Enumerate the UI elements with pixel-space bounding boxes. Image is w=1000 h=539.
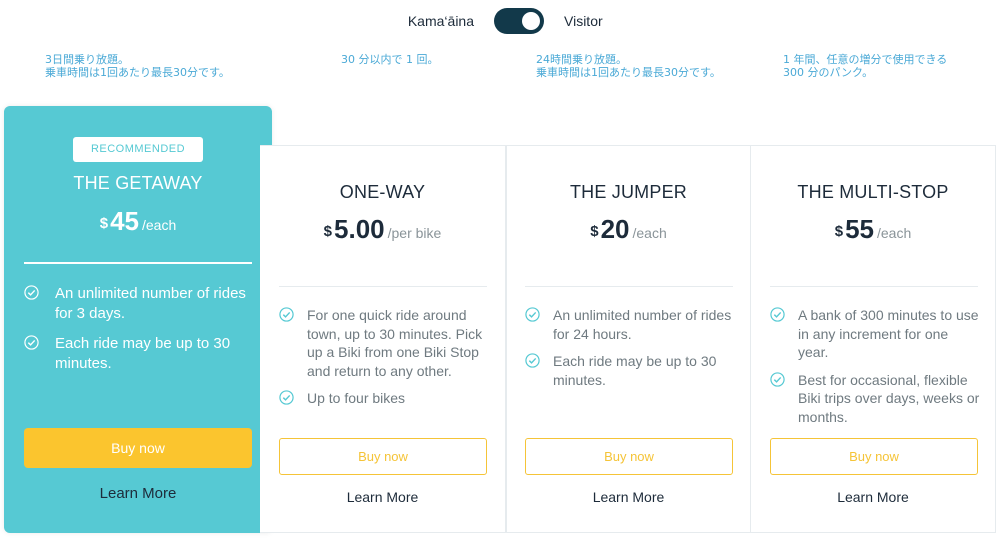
card-divider <box>24 262 252 264</box>
note-line: 3日間乗り放題。 <box>45 53 129 66</box>
plan-note-jumper: 24時間乗り放題。 乗車時間は1回あたり最長30分です。 <box>536 53 721 79</box>
price-unit: /per bike <box>387 225 442 241</box>
feature-text: For one quick ride around town, up to 30… <box>307 307 483 379</box>
feature-text: A bank of 300 minutes to use in any incr… <box>798 307 979 360</box>
residency-switch[interactable] <box>494 8 544 34</box>
plan-price: $5.00/per bike <box>260 214 505 245</box>
note-line: 24時間乗り放題。 <box>536 53 627 66</box>
price-unit: /each <box>142 217 177 233</box>
plan-price: $45/each <box>4 206 272 237</box>
note-line: 30 分以内で 1 回。 <box>341 53 439 66</box>
note-line: 300 分のパンク。 <box>783 66 874 79</box>
currency-symbol: $ <box>323 223 333 240</box>
feature-list: A bank of 300 minutes to use in any incr… <box>770 306 980 435</box>
note-line: 1 年間、任意の増分で使用できる <box>783 53 948 66</box>
check-circle-icon <box>770 371 785 387</box>
feature-list: An unlimited number of rides for 24 hour… <box>525 306 735 398</box>
plan-card-one-way: ONE-WAY $5.00/per bike For one quick rid… <box>260 145 506 533</box>
check-circle-icon <box>279 307 294 322</box>
check-circle-icon <box>525 353 540 368</box>
plan-title: THE JUMPER <box>569 182 687 202</box>
kamaaina-label[interactable]: Kama‘āina <box>408 13 474 29</box>
buy-now-button[interactable]: Buy now <box>770 438 978 475</box>
price-amount: 55 <box>845 214 874 244</box>
plan-card-getaway: RECOMMENDED THE GETAWAY $45/each An unli… <box>4 106 272 533</box>
price-unit: /each <box>632 225 667 241</box>
price-amount: 20 <box>600 214 630 244</box>
price-amount: 45 <box>110 206 139 236</box>
feature-item: An unlimited number of rides for 3 days. <box>24 284 254 324</box>
card-divider <box>770 286 978 287</box>
feature-list: An unlimited number of rides for 3 days.… <box>24 284 254 384</box>
check-circle-icon <box>24 285 39 300</box>
learn-more-link[interactable]: Learn More <box>751 489 995 505</box>
check-circle-icon <box>770 307 785 322</box>
plan-note-getaway: 3日間乗り放題。 乗車時間は1回あたり最長30分です。 <box>45 53 230 79</box>
check-circle-icon <box>279 390 294 405</box>
buy-now-button[interactable]: Buy now <box>24 428 252 468</box>
residency-toggle-row: Kama‘āina Visitor <box>0 8 1000 34</box>
currency-symbol: $ <box>99 215 109 232</box>
check-circle-icon <box>24 335 39 350</box>
plan-card-jumper: THE JUMPER $20/each An unlimited number … <box>506 145 751 533</box>
plan-note-one-way: 30 分以内で 1 回。 <box>341 53 439 66</box>
visitor-label[interactable]: Visitor <box>564 13 603 29</box>
card-divider <box>279 286 487 287</box>
feature-item: Best for occasional, flexible Biki trips… <box>770 371 980 427</box>
currency-symbol: $ <box>834 223 844 240</box>
plan-title: THE GETAWAY <box>73 173 203 193</box>
feature-item: For one quick ride around town, up to 30… <box>279 306 494 380</box>
plan-note-multi-stop: 1 年間、任意の増分で使用できる 300 分のパンク。 <box>783 53 947 79</box>
plan-title: THE MULTI-STOP <box>797 182 949 202</box>
feature-text: Best for occasional, flexible Biki trips… <box>798 371 980 425</box>
feature-item: Each ride may be up to 30 minutes. <box>24 334 254 374</box>
learn-more-link[interactable]: Learn More <box>507 489 750 505</box>
learn-more-link[interactable]: Learn More <box>4 485 272 502</box>
buy-now-button[interactable]: Buy now <box>279 438 487 475</box>
price-unit: /each <box>877 225 912 241</box>
plan-price: $20/each <box>507 214 750 245</box>
note-line: 乗車時間は1回あたり最長30分です。 <box>45 66 230 79</box>
recommended-badge: RECOMMENDED <box>73 137 203 162</box>
feature-text: Up to four bikes <box>307 390 406 406</box>
feature-list: For one quick ride around town, up to 30… <box>279 306 494 417</box>
feature-item: An unlimited number of rides for 24 hour… <box>525 306 735 343</box>
card-divider <box>525 286 733 287</box>
plan-price: $55/each <box>751 214 995 245</box>
check-circle-icon <box>525 307 540 322</box>
currency-symbol: $ <box>590 223 599 240</box>
feature-item: Each ride may be up to 30 minutes. <box>525 352 735 389</box>
buy-now-button[interactable]: Buy now <box>525 438 733 475</box>
feature-text: An unlimited number of rides for 3 days. <box>55 285 246 322</box>
feature-text: Each ride may be up to 30 minutes. <box>55 335 231 372</box>
price-amount: 5.00 <box>334 214 385 244</box>
feature-item: Up to four bikes <box>279 389 494 408</box>
feature-text: Each ride may be up to 30 minutes. <box>553 353 717 388</box>
plan-title: ONE-WAY <box>339 182 426 202</box>
plan-card-multi-stop: THE MULTI-STOP $55/each A bank of 300 mi… <box>750 145 996 533</box>
switch-knob <box>522 12 540 30</box>
note-line: 乗車時間は1回あたり最長30分です。 <box>536 66 721 79</box>
feature-text: An unlimited number of rides for 24 hour… <box>553 307 732 342</box>
learn-more-link[interactable]: Learn More <box>260 489 505 505</box>
feature-item: A bank of 300 minutes to use in any incr… <box>770 306 980 362</box>
